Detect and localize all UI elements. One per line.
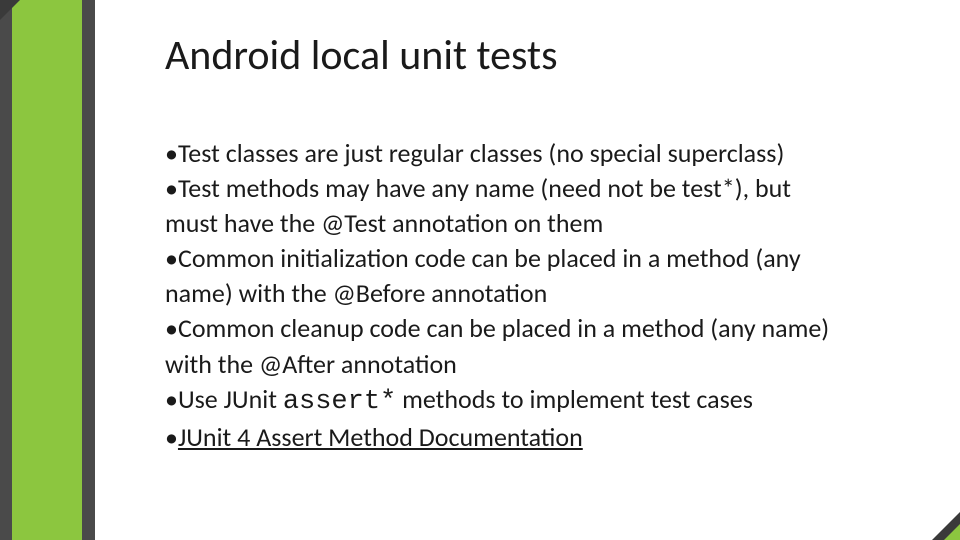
bullet-list: •Test classes are just regular classes (… (165, 136, 835, 455)
bullet-item: •Test methods may have any name (need no… (165, 171, 835, 241)
left-bar-green (12, 0, 82, 540)
corner-bottom-right-green (944, 524, 960, 540)
code-inline: assert* (283, 387, 396, 417)
bullet-item: •Test classes are just regular classes (… (165, 136, 835, 171)
bullet-item: •Use JUnit assert* methods to implement … (165, 382, 835, 420)
bullet-item: •JUnit 4 Assert Method Documentation (165, 420, 835, 455)
bullet-item: •Common cleanup code can be placed in a … (165, 311, 835, 381)
link-junit-assert-docs[interactable]: JUnit 4 Assert Method Documentation (178, 421, 583, 453)
slide-title: Android local unit tests (165, 30, 835, 81)
bullet-text-post: methods to implement test cases (396, 383, 753, 415)
bullet-text-pre: •Use JUnit (165, 383, 283, 415)
slide-content: Android local unit tests •Test classes a… (165, 30, 835, 455)
bullet-mark: • (165, 421, 178, 453)
bullet-item: •Common initialization code can be place… (165, 241, 835, 311)
corner-top-left (0, 0, 20, 20)
left-accent-bar (0, 0, 95, 540)
